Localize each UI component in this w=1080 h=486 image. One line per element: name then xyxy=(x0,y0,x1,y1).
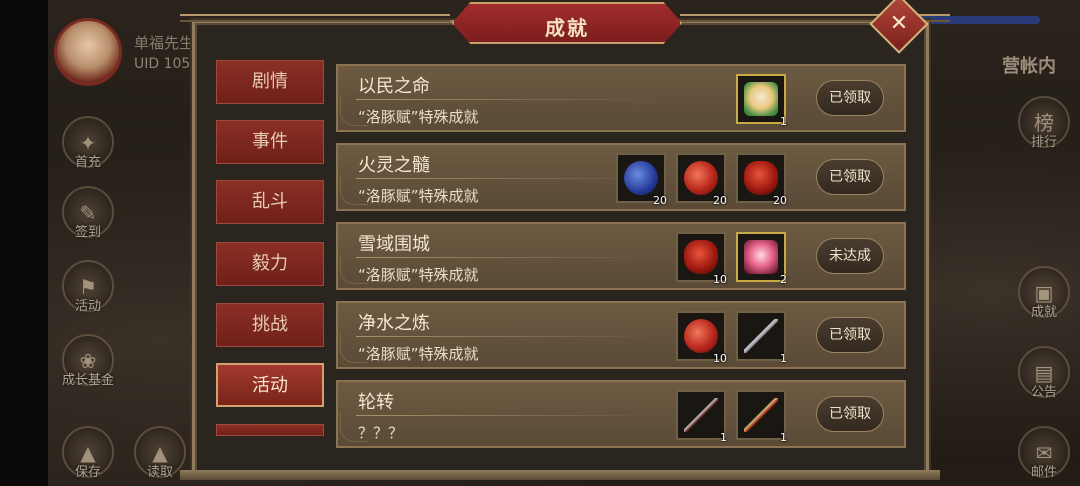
location-label: 营帐内 xyxy=(1002,56,1056,77)
reward-item[interactable]: 20 xyxy=(676,153,727,207)
golden-spear-icon xyxy=(744,398,778,432)
title-ornament-left xyxy=(180,14,450,22)
reward-item[interactable]: 20 xyxy=(736,153,787,207)
achievement-row: 净水之炼 “洛豚赋”特殊成就 10 1 已领取 xyxy=(336,301,906,369)
save-button[interactable]: ▲ 保存 xyxy=(62,426,114,480)
tab-event[interactable]: 事件 xyxy=(216,120,324,164)
reward-item[interactable]: 10 xyxy=(676,311,727,365)
reward-qty: 2 xyxy=(780,273,787,286)
avatar[interactable] xyxy=(54,18,122,86)
spear-icon xyxy=(684,398,718,432)
reward-qty: 10 xyxy=(713,273,727,286)
reward-item[interactable]: 2 xyxy=(736,232,787,286)
tab-next-partial[interactable] xyxy=(216,424,324,436)
lion-costume-icon xyxy=(744,82,778,116)
sign-in-button[interactable]: ✎ 签到 xyxy=(62,186,114,240)
tab-challenge[interactable]: 挑战 xyxy=(216,303,324,347)
blue-fruit-icon xyxy=(624,161,658,195)
ranking-button[interactable]: 榜 排行 xyxy=(1018,96,1070,150)
load-button[interactable]: ▲ 读取 xyxy=(134,426,186,480)
claimed-button[interactable]: 已领取 xyxy=(816,396,884,432)
panel-bottom-frame xyxy=(180,470,940,480)
achievement-row: 轮转 ？？？ 1 1 已领取 xyxy=(336,380,906,448)
mail-button[interactable]: ✉ 邮件 xyxy=(1018,426,1070,480)
reward-qty: 20 xyxy=(713,194,727,207)
tab-perseverance[interactable]: 毅力 xyxy=(216,242,324,286)
tab-activity[interactable]: 活动 xyxy=(216,363,324,407)
sword-icon xyxy=(744,319,778,353)
close-icon: ✕ xyxy=(889,11,909,36)
achievement-row: 雪域围城 “洛豚赋”特殊成就 10 2 未达成 xyxy=(336,222,906,290)
achievement-button[interactable]: ▣ 成就 xyxy=(1018,266,1070,320)
event-button[interactable]: ⚑ 活动 xyxy=(62,260,114,314)
red-gourd-icon xyxy=(744,161,778,195)
claimed-button[interactable]: 已领取 xyxy=(816,159,884,195)
claimed-button[interactable]: 已领取 xyxy=(816,317,884,353)
divider xyxy=(356,178,656,179)
reward-qty: 10 xyxy=(713,352,727,365)
achievement-name: 以民之命 xyxy=(358,76,430,97)
reward-item[interactable]: 20 xyxy=(616,153,667,207)
divider xyxy=(356,415,656,416)
title-plate: 成就 xyxy=(452,2,682,44)
achievement-row: 火灵之髓 “洛豚赋”特殊成就 20 20 20 已领取 xyxy=(336,143,906,211)
player-name: 单福先生 xyxy=(134,34,195,52)
red-gourd-icon xyxy=(684,240,718,274)
pink-spirit-icon xyxy=(744,240,778,274)
red-fruit-icon xyxy=(684,161,718,195)
achievement-desc: “洛豚赋”特殊成就 xyxy=(358,345,479,363)
reward-item[interactable]: 1 xyxy=(736,74,787,128)
reward-qty: 1 xyxy=(780,115,787,128)
achievement-desc: ？？？ xyxy=(358,424,404,442)
achievement-name: 雪域围城 xyxy=(358,234,430,255)
divider xyxy=(356,257,656,258)
reward-qty: 1 xyxy=(780,352,787,365)
tab-story[interactable]: 剧情 xyxy=(216,60,324,104)
first-recharge-button[interactable]: ✦ 首充 xyxy=(62,116,114,170)
reward-item[interactable]: 10 xyxy=(676,232,727,286)
divider xyxy=(356,99,656,100)
reward-item[interactable]: 1 xyxy=(736,390,787,444)
achievement-desc: “洛豚赋”特殊成就 xyxy=(358,108,479,126)
achievement-desc: “洛豚赋”特殊成就 xyxy=(358,187,479,205)
reward-qty: 20 xyxy=(773,194,787,207)
divider xyxy=(356,336,656,337)
achievement-name: 净水之炼 xyxy=(358,313,430,334)
achievement-desc: “洛豚赋”特殊成就 xyxy=(358,266,479,284)
achievement-name: 火灵之髓 xyxy=(358,155,430,176)
player-uid: UID 1054 xyxy=(134,56,200,72)
reward-item[interactable]: 1 xyxy=(676,390,727,444)
panel-title: 成就 xyxy=(545,16,589,40)
growth-fund-button[interactable]: ❀ 成长基金 xyxy=(62,334,114,388)
not-achieved-button[interactable]: 未达成 xyxy=(816,238,884,274)
achievement-name: 轮转 xyxy=(358,392,394,413)
tab-melee[interactable]: 乱斗 xyxy=(216,180,324,224)
reward-qty: 20 xyxy=(653,194,667,207)
reward-qty: 1 xyxy=(720,431,727,444)
announcement-button[interactable]: ▤ 公告 xyxy=(1018,346,1070,400)
claimed-button[interactable]: 已领取 xyxy=(816,80,884,116)
red-fruit-icon xyxy=(684,319,718,353)
achievement-row: 以民之命 “洛豚赋”特殊成就 1 已领取 xyxy=(336,64,906,132)
reward-qty: 1 xyxy=(780,431,787,444)
screen-edge-bar xyxy=(0,0,48,486)
reward-item[interactable]: 1 xyxy=(736,311,787,365)
